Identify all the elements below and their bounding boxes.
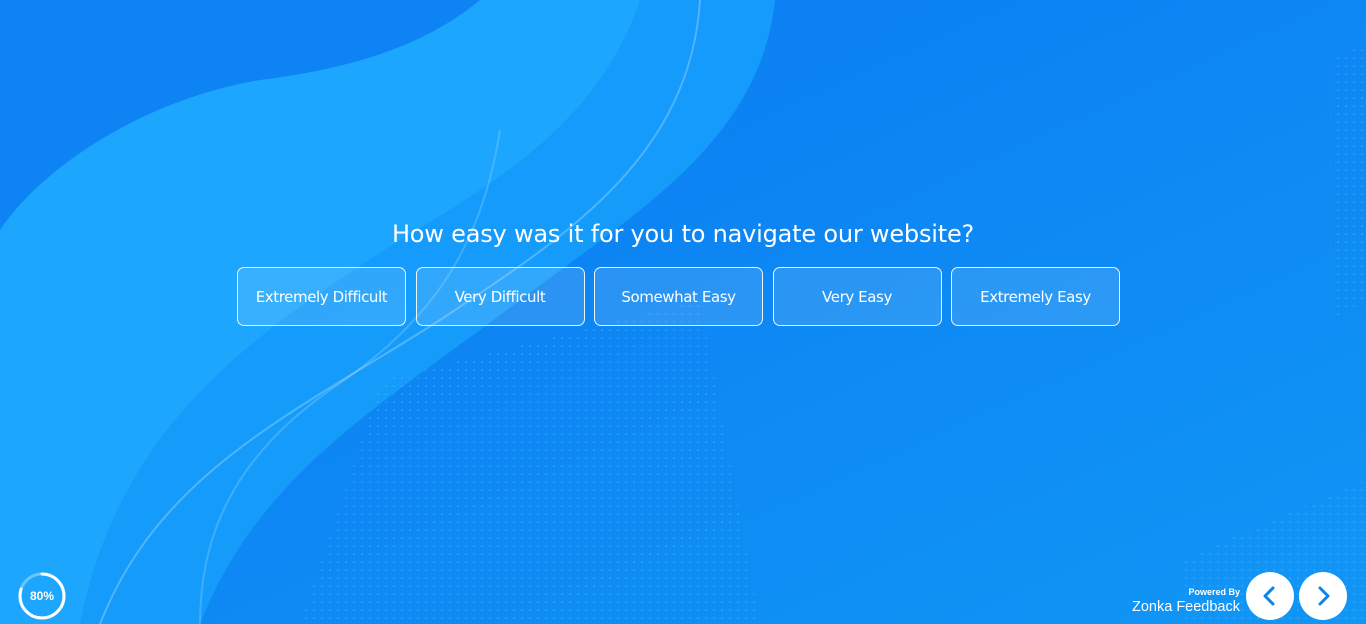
option-very-difficult[interactable]: Very Difficult	[415, 267, 585, 326]
option-somewhat-easy[interactable]: Somewhat Easy	[594, 267, 763, 326]
progress-indicator: 80%	[17, 571, 67, 621]
survey-question: How easy was it for you to navigate our …	[391, 220, 975, 248]
answer-options: Extremely Difficult Very Difficult Somew…	[237, 267, 1120, 326]
option-very-easy[interactable]: Very Easy	[772, 267, 942, 326]
option-extremely-difficult[interactable]: Extremely Difficult	[237, 267, 406, 326]
progress-label: 80%	[29, 589, 55, 603]
powered-by-branding[interactable]: Powered By Zonka Feedback	[1132, 587, 1240, 616]
option-extremely-easy[interactable]: Extremely Easy	[951, 267, 1120, 326]
brand-name: Zonka Feedback	[1131, 599, 1240, 615]
chevron-right-icon	[1318, 586, 1330, 606]
powered-by-label: Powered By	[1188, 587, 1240, 597]
next-button[interactable]	[1299, 572, 1347, 620]
previous-button[interactable]	[1246, 572, 1294, 620]
chevron-left-icon	[1263, 586, 1275, 606]
